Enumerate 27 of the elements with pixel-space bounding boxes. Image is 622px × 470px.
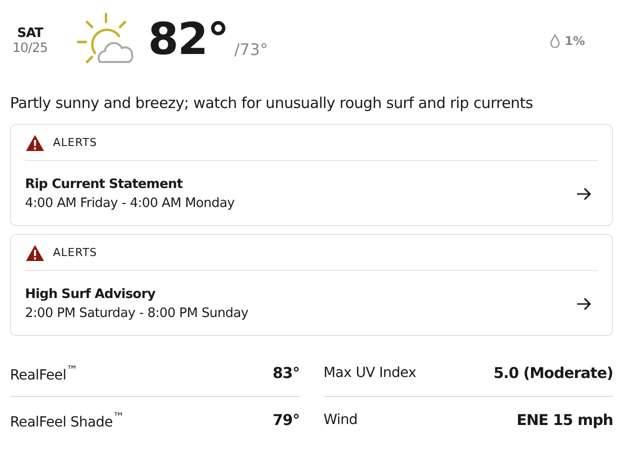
arrow-icon xyxy=(576,297,592,311)
forecast-phrase: Partly sunny and breezy; watch for unusually rough surf and rip currents xyxy=(10,94,534,112)
alert-title: High Surf Advisory xyxy=(25,286,156,304)
alert-title: Rip Current Statement xyxy=(25,176,184,194)
warning-icon xyxy=(25,134,45,152)
detail-label: Max UV Index xyxy=(324,365,416,381)
detail-label: Wind xyxy=(324,412,358,428)
precipitation-chance: 1% xyxy=(564,34,585,48)
warning-icon xyxy=(25,244,45,262)
detail-label: RealFeel Shade$^{™}$ xyxy=(10,410,124,430)
raindrop-icon xyxy=(550,34,560,48)
detail-label: RealFeel$^{™}$ xyxy=(10,362,78,384)
alert-label: ALERTS xyxy=(53,136,98,149)
alert-card[interactable]: ALERTS Rip Current Statement 4:00 AM Friday - 4:00 AM Monday xyxy=(10,124,613,226)
low-temperature: /73° xyxy=(234,40,268,59)
detail-value: 83° xyxy=(272,364,300,382)
high-temperature: 82° xyxy=(148,13,228,67)
detail-value: 5.0 (Moderate) xyxy=(493,364,613,382)
alert-card[interactable]: ALERTS High Surf Advisory 2:00 PM Saturday - 8:00 PM Sunday xyxy=(10,234,613,336)
detail-value: ENE 15 mph xyxy=(516,411,613,429)
date: 10/25 xyxy=(12,41,48,56)
day-name: SAT xyxy=(16,26,44,41)
arrow-icon xyxy=(576,187,592,201)
alert-period: 2:00 PM Saturday - 8:00 PM Sunday xyxy=(25,305,248,323)
alert-label: ALERTS xyxy=(53,246,98,259)
detail-value: 79° xyxy=(272,411,300,429)
alert-period: 4:00 AM Friday - 4:00 AM Monday xyxy=(25,195,235,213)
